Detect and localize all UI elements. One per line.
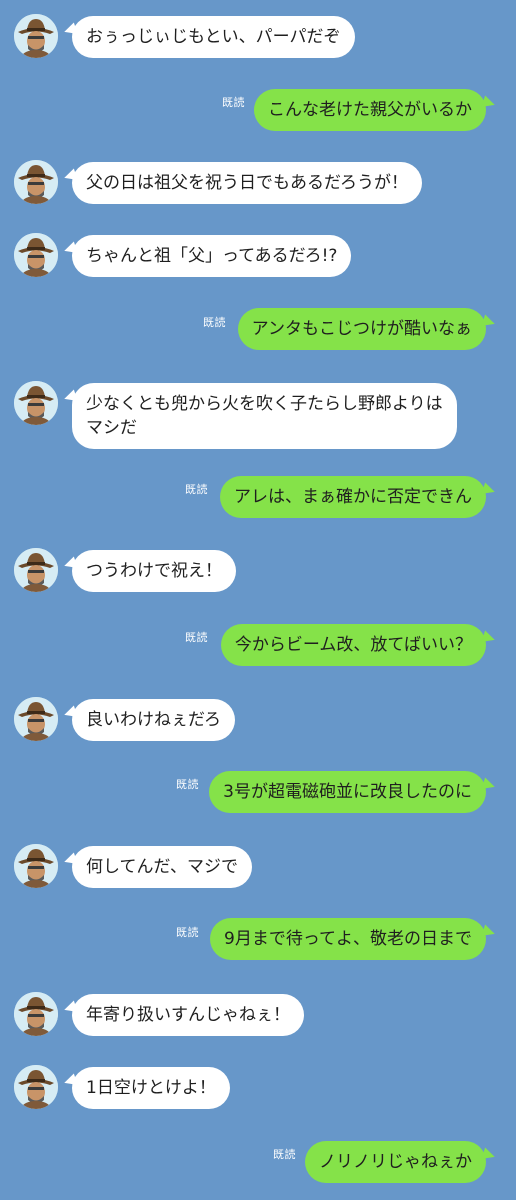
avatar[interactable] [14,992,58,1036]
read-receipt: 既読 [176,778,199,791]
read-receipt: 既読 [185,631,208,644]
message-bubble-incoming[interactable]: 父の日は祖父を祝う日でもあるだろうが！ [72,162,422,204]
message-bubble-incoming[interactable]: 年寄り扱いすんじゃねぇ！ [72,994,304,1036]
message-bubble-incoming[interactable]: 少なくとも兜から火を吹く子たらし野郎よりは マシだ [72,383,457,449]
avatar[interactable] [14,233,58,277]
read-receipt: 既読 [273,1148,296,1161]
message-bubble-outgoing[interactable]: こんな老けた親父がいるか [254,89,486,131]
message-bubble-outgoing[interactable]: 3号が超電磁砲並に改良したのに [209,771,486,813]
message-bubble-outgoing[interactable]: 9月まで待ってよ、敬老の日まで [210,918,486,960]
message-bubble-incoming[interactable]: 良いわけねぇだろ [72,699,235,741]
message-bubble-incoming[interactable]: おぅっじぃじもとい、パーパだぞ [72,16,355,58]
read-receipt: 既読 [176,926,199,939]
avatar[interactable] [14,160,58,204]
avatar[interactable] [14,14,58,58]
avatar[interactable] [14,697,58,741]
avatar[interactable] [14,1065,58,1109]
message-bubble-outgoing[interactable]: ノリノリじゃねぇか [305,1141,486,1183]
message-bubble-incoming[interactable]: ちゃんと祖「父」ってあるだろ!? [72,235,352,277]
message-bubble-outgoing[interactable]: 今からビーム改、放てばいい？ [220,624,486,666]
avatar[interactable] [14,381,58,425]
chat-area[interactable]: おぅっじぃじもとい、パーパだぞ 既読 こんな老けた親父がいるか 父の日は祖父を祝… [0,0,516,1200]
message-bubble-incoming[interactable]: 何してんだ、マジで [72,846,252,888]
read-receipt: 既読 [203,316,226,329]
read-receipt: 既読 [185,483,208,496]
message-bubble-outgoing[interactable]: アンタもこじつけが酷いなぁ [237,308,486,350]
message-bubble-outgoing[interactable]: アレは、まぁ確かに否定できん [220,476,486,518]
read-receipt: 既読 [222,96,245,109]
message-bubble-incoming[interactable]: 1日空けとけよ！ [72,1067,230,1109]
avatar[interactable] [14,844,58,888]
message-bubble-incoming[interactable]: つうわけで祝え！ [72,550,236,592]
avatar[interactable] [14,548,58,592]
